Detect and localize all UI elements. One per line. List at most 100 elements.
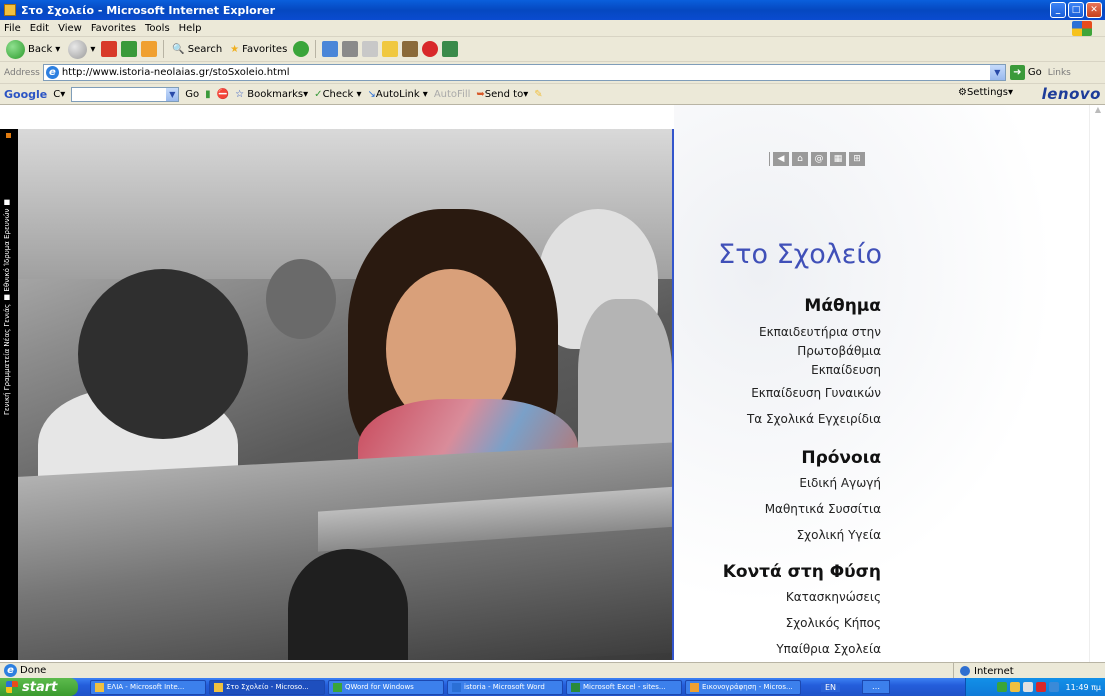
gear-icon: ⚙ (957, 87, 967, 98)
start-button[interactable]: start (0, 678, 78, 696)
email-icon[interactable]: @ (811, 152, 827, 166)
go-button[interactable]: ➜ Go (1009, 65, 1042, 80)
sendto-button[interactable]: ➥Send to▾ (476, 89, 528, 100)
google-go-label: Go (185, 88, 200, 100)
folder-icon[interactable] (382, 41, 399, 57)
page-content: Γενική Γραμματεία Νέας Γενιάς ■ Εθνικό Ί… (0, 105, 1105, 662)
link-sxolikos-kipos[interactable]: Σχολικός Κήπος (641, 615, 881, 632)
excel-icon (571, 682, 580, 692)
tray-app-icon[interactable] (1010, 682, 1021, 692)
tray-app-icon[interactable] (997, 682, 1008, 692)
menu-edit[interactable]: Edit (30, 23, 49, 34)
window-title-bar[interactable]: Στο Σχολείο - Microsoft Internet Explore… (0, 0, 1105, 20)
sendto-label: Send to (484, 88, 524, 100)
site-nav-icons: ◀ ⌂ @ ▦ ⊞ (769, 152, 865, 166)
task-eikonografisi[interactable]: Εικονογράφηση - Micros... (685, 679, 801, 695)
menu-help[interactable]: Help (179, 23, 202, 34)
task-qword[interactable]: QWord for Windows (328, 679, 444, 695)
settings-button[interactable]: ⚙Settings▾ (958, 87, 1013, 98)
task-sto-sxoleio-ie[interactable]: Στο Σχολείο - Microso... (209, 679, 325, 695)
address-input[interactable]: e http://www.istoria-neolaias.gr/stoSxol… (42, 64, 1006, 81)
autolink-label: AutoLink (375, 88, 420, 100)
link-ypaithria-sxoleia[interactable]: Υπαίθρια Σχολεία (641, 641, 881, 658)
classroom-photo (18, 129, 672, 660)
edit-icon[interactable] (362, 41, 379, 57)
task-istoria-word[interactable]: istoria - Microsoft Word (447, 679, 563, 695)
links-button[interactable]: Links (1048, 68, 1071, 78)
close-button[interactable]: ✕ (1086, 2, 1102, 18)
forward-button[interactable]: ▾ (66, 39, 97, 60)
google-prefix: C (53, 88, 61, 100)
chevron-down-icon[interactable]: ▼ (166, 87, 179, 101)
autofill-button[interactable]: AutoFill (434, 89, 471, 100)
tray-security-icon[interactable] (1036, 682, 1047, 692)
link-eidiki-agogi[interactable]: Ειδική Αγωγή (641, 475, 881, 492)
google-logo[interactable]: Google (4, 88, 47, 101)
menu-bar: File Edit View Favorites Tools Help (0, 20, 1105, 37)
popup-blocker-icon[interactable]: ⛔ (217, 89, 229, 100)
history-icon[interactable] (322, 41, 339, 57)
scroll-up-icon[interactable]: ▲ (1090, 105, 1105, 119)
stop-icon[interactable] (101, 41, 118, 57)
autolink-button[interactable]: ↘AutoLink ▾ (368, 89, 428, 100)
back-button[interactable]: Back ▾ (4, 39, 62, 60)
menu-file[interactable]: File (4, 23, 21, 34)
task-excel[interactable]: Microsoft Excel - sites... (566, 679, 682, 695)
maximize-button[interactable]: □ (1068, 2, 1084, 18)
refresh-icon[interactable] (121, 41, 138, 57)
zone-label: Internet (974, 665, 1014, 677)
status-bar: e Done Internet (0, 662, 1105, 679)
research-icon[interactable] (402, 41, 419, 57)
menu-view[interactable]: View (58, 23, 82, 34)
menu-favorites[interactable]: Favorites (91, 23, 136, 34)
page-title: Στο Σχολείο (718, 239, 882, 270)
task-label: istoria - Microsoft Word (464, 683, 545, 691)
minimize-button[interactable]: _ (1050, 2, 1066, 18)
tray-volume-icon[interactable] (1049, 682, 1060, 692)
google-menu-button[interactable]: C▾ (53, 89, 65, 100)
home-icon[interactable] (141, 41, 158, 57)
vertical-scrollbar[interactable]: ▲ (1089, 105, 1105, 662)
settings-label: Settings (966, 87, 1008, 98)
favorites-button[interactable]: ★ Favorites (228, 43, 289, 56)
security-zone[interactable]: Internet (953, 663, 1014, 679)
section-heading-pronoia: Πρόνοια (801, 448, 881, 468)
address-url: http://www.istoria-neolaias.gr/stoSxolei… (61, 67, 290, 78)
chevron-down-icon[interactable]: ▼ (989, 65, 1005, 80)
media-icon[interactable] (293, 41, 310, 57)
link-ekpaideftiria[interactable]: Εκπαιδευτήρια στην Πρωτοβάθμια Εκπαίδευσ… (641, 323, 881, 380)
highlight-icon[interactable]: ✎ (534, 89, 542, 100)
search-button[interactable]: 🔍 Search (170, 43, 224, 56)
people-icon[interactable] (442, 41, 459, 57)
taskbar-more-button[interactable]: … (862, 680, 891, 694)
messenger-icon[interactable] (422, 41, 439, 57)
section-heading-mathima: Μάθημα (804, 296, 881, 316)
chevron-down-icon[interactable]: ▾ (55, 44, 60, 55)
task-label: Στο Σχολείο - Microso... (226, 683, 309, 691)
link-sxoliki-ygeia[interactable]: Σχολική Υγεία (641, 527, 881, 544)
check-button[interactable]: ✓Check ▾ (314, 89, 361, 100)
link-sxolika-egxeiridia[interactable]: Τα Σχολικά Εγχειρίδια (641, 411, 881, 428)
link-mathitika-syssitia[interactable]: Μαθητικά Συσσίτια (641, 501, 881, 518)
link-kataskinoseis[interactable]: Κατασκηνώσεις (641, 589, 881, 606)
google-search-input[interactable]: ▼ (71, 86, 180, 102)
expand-icon[interactable]: ⊞ (849, 152, 865, 166)
tray-network-icon[interactable] (1023, 682, 1034, 692)
print-icon[interactable] (342, 41, 359, 57)
task-elia-ie[interactable]: ΕΛΙΑ - Microsoft Inte... (90, 679, 206, 695)
spellcheck-icon: ✓ (314, 88, 323, 100)
google-go-button[interactable]: Go (185, 89, 199, 100)
back-arrow-icon (6, 39, 25, 59)
go-label: Go (1027, 67, 1042, 78)
language-indicator[interactable]: EN (821, 682, 841, 692)
back-icon[interactable]: ◀ (773, 152, 789, 166)
home-icon[interactable]: ⌂ (792, 152, 808, 166)
sitemap-icon[interactable]: ▦ (830, 152, 846, 166)
link-ekpaidefsi-gynaikon[interactable]: Εκπαίδευση Γυναικών (641, 385, 881, 402)
section-menu: Μάθημα Εκπαιδευτήρια στην Πρωτοβάθμια Εκ… (641, 295, 881, 658)
chevron-down-icon[interactable]: ▾ (90, 44, 95, 55)
menu-tools[interactable]: Tools (145, 23, 170, 34)
bookmarks-button[interactable]: ☆ Bookmarks▾ (235, 89, 308, 100)
section-heading-konta-sti-fysi: Κοντά στη Φύση (722, 562, 881, 582)
pagerank-icon[interactable]: ▮ (205, 89, 211, 100)
